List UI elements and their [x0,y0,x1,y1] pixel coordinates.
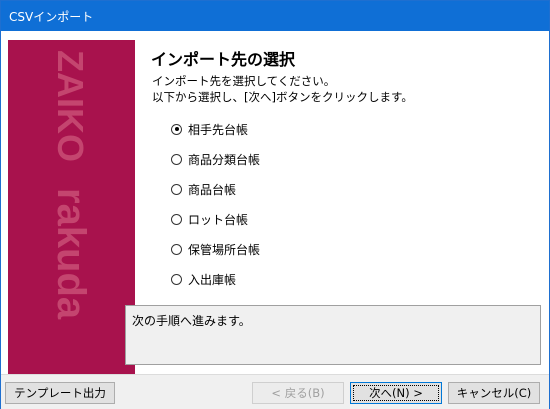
import-dialog: CSVインポート ZAIKO rakuda インポート先の選択 インポート先を選… [0,0,550,409]
dialog-client: ZAIKO rakuda インポート先の選択 インポート先を選択してください。 … [1,31,549,409]
option-label: ロット台帳 [188,212,249,227]
template-output-button[interactable]: テンプレート出力 [5,382,115,404]
message-text: 次の手順へ進みます。 [132,314,251,328]
radio-button[interactable] [171,213,182,225]
cancel-button[interactable]: キャンセル(C) [448,382,540,404]
radio-option-lot-ledger[interactable]: ロット台帳 [171,210,248,228]
zaiko-rakuda-logo: ZAIKO rakuda [49,50,93,320]
instruction-text-1: インポート先を選択してください。 [152,74,336,88]
logo-text-rakuda: rakuda [49,188,93,320]
focus-rect [353,385,439,401]
radio-button[interactable] [171,243,182,255]
page-title: インポート先の選択 [151,50,296,69]
back-button[interactable]: < 戻る(B) [252,382,344,404]
title-bar[interactable]: CSVインポート [1,1,549,31]
radio-button[interactable] [171,183,182,195]
next-button[interactable]: 次へ(N) > [350,382,442,404]
radio-option-storage-location-ledger[interactable]: 保管場所台帳 [171,240,260,258]
brand-banner: ZAIKO rakuda [8,40,135,374]
option-label: 商品分類台帳 [188,152,261,167]
option-label: 商品台帳 [188,182,237,197]
radio-button[interactable] [171,153,182,165]
option-label: 相手先台帳 [188,122,249,137]
radio-button-checked[interactable] [171,123,182,135]
radio-button[interactable] [171,273,182,285]
instruction-text-2: 以下から選択し、[次へ]ボタンをクリックします。 [152,90,413,104]
option-label: 入出庫帳 [188,272,237,287]
logo-text-zaiko: ZAIKO [50,50,91,162]
button-bar: テンプレート出力 < 戻る(B) 次へ(N) > キャンセル(C) [1,374,549,409]
radio-option-stock-io-ledger[interactable]: 入出庫帳 [171,270,236,288]
option-label: 保管場所台帳 [188,242,261,257]
radio-option-partner-ledger[interactable]: 相手先台帳 [171,120,248,138]
window-title: CSVインポート [9,10,94,24]
radio-option-product-ledger[interactable]: 商品台帳 [171,180,236,198]
radio-option-product-category-ledger[interactable]: 商品分類台帳 [171,150,260,168]
message-panel: 次の手順へ進みます。 [125,305,541,365]
